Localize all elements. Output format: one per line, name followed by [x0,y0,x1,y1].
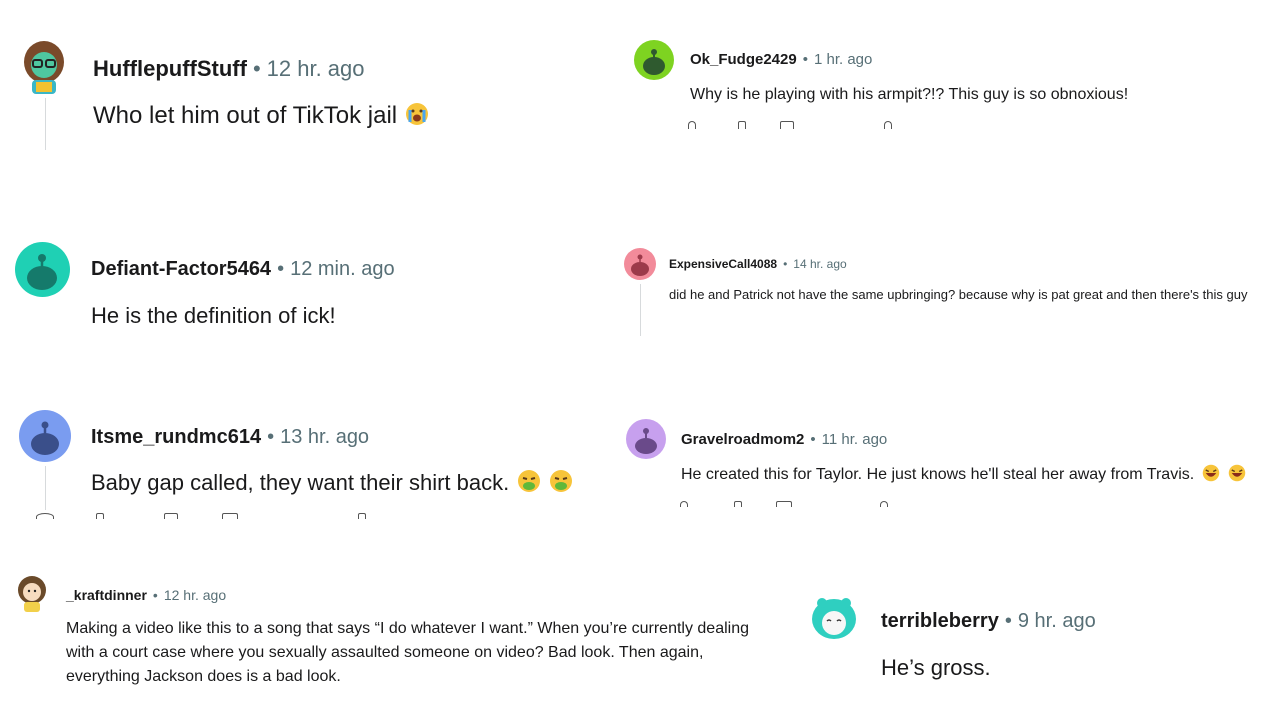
comment-text: did he and Patrick not have the same upb… [669,287,1248,302]
comment-text: He is the definition of ick! [91,303,336,328]
username[interactable]: Ok_Fudge2429 [690,51,797,68]
timestamp[interactable]: 9 hr. ago [1018,610,1096,633]
thread-line [640,284,641,336]
timestamp[interactable]: 13 hr. ago [280,426,369,449]
comment-text: Baby gap called, they want their shirt b… [91,470,510,495]
downvote-icon[interactable] [738,121,746,129]
comment-meta: terribleberry • 9 hr. ago [881,610,1096,633]
comment-actions [680,501,890,507]
comment-meta: Itsme_rundmc614 • 13 hr. ago [91,426,369,449]
reply-icon[interactable] [780,121,794,129]
username[interactable]: terribleberry [881,610,999,633]
comment-body: He’s gross. [881,655,991,681]
username[interactable]: ExpensiveCall4088 [669,257,777,271]
comment-text: He created this for Taylor. He just know… [681,466,1195,483]
comment-body: He created this for Taylor. He just know… [681,464,1246,487]
comment-body: Who let him out of TikTok jail [93,102,429,133]
avatar[interactable] [624,248,656,280]
share-icon[interactable] [358,513,366,519]
thread-line [45,98,46,150]
laughing-face-icon [1202,464,1220,487]
share-icon[interactable] [880,501,888,507]
timestamp[interactable]: 12 min. ago [290,258,395,281]
upvote-icon[interactable] [680,501,688,507]
separator-dot: • [277,258,285,280]
share-icon[interactable] [884,121,892,129]
separator-dot: • [802,51,808,68]
comment-body: Baby gap called, they want their shirt b… [91,469,573,499]
reply-icon[interactable] [222,513,238,519]
timestamp[interactable]: 12 hr. ago [267,56,365,82]
separator-dot: • [267,426,275,448]
reply-icon[interactable] [164,513,178,519]
comment-body: Making a video like this to a song that … [66,617,756,689]
comment-meta: _kraftdinner • 12 hr. ago [66,587,226,603]
comment-meta: Defiant-Factor5464 • 12 min. ago [91,258,395,281]
upvote-icon[interactable] [688,121,696,129]
timestamp[interactable]: 1 hr. ago [814,51,872,68]
avatar[interactable] [19,410,71,462]
username[interactable]: Gravelroadmom2 [681,431,804,448]
crying-face-icon [405,102,429,133]
separator-dot: • [152,587,158,603]
separator-dot: • [252,56,261,81]
downvote-icon[interactable] [96,513,104,519]
comment-meta: Gravelroadmom2 • 11 hr. ago [681,431,887,448]
comment-body: Why is he playing with his armpit?!? Thi… [690,86,1128,104]
laughing-face-icon [1228,464,1246,487]
comment-body: He is the definition of ick! [91,303,336,329]
username[interactable]: HufflepuffStuff [93,56,247,82]
comment-text: Making a video like this to a song that … [66,620,750,685]
username[interactable]: Defiant-Factor5464 [91,258,271,281]
avatar[interactable] [18,38,70,94]
upvote-icon[interactable] [36,513,54,519]
username[interactable]: _kraftdinner [66,587,147,603]
comment-actions [36,513,366,519]
downvote-icon[interactable] [734,501,742,507]
avatar[interactable] [15,242,70,297]
comment-actions [688,121,898,129]
reply-icon[interactable] [776,501,792,507]
vomiting-face-icon [549,469,573,499]
avatar[interactable] [634,40,674,80]
timestamp[interactable]: 12 hr. ago [164,587,226,603]
comment-body: did he and Patrick not have the same upb… [669,285,1269,305]
comment-meta: ExpensiveCall4088 • 14 hr. ago [669,257,847,271]
avatar[interactable] [808,593,860,645]
thread-line [45,466,46,510]
comment-meta: HufflepuffStuff • 12 hr. ago [93,56,365,82]
comment-meta: Ok_Fudge2429 • 1 hr. ago [690,51,872,68]
comment-text: Why is he playing with his armpit?!? Thi… [690,86,1129,103]
timestamp[interactable]: 11 hr. ago [822,431,888,448]
comment-text: Who let him out of TikTok jail [93,102,398,129]
avatar[interactable] [626,419,666,459]
vomiting-face-icon [517,469,541,499]
username[interactable]: Itsme_rundmc614 [91,426,261,449]
separator-dot: • [1004,610,1012,632]
avatar[interactable] [14,574,50,612]
separator-dot: • [810,431,816,448]
timestamp[interactable]: 14 hr. ago [793,257,846,271]
comment-text: He’s gross. [881,655,991,680]
separator-dot: • [783,257,788,271]
